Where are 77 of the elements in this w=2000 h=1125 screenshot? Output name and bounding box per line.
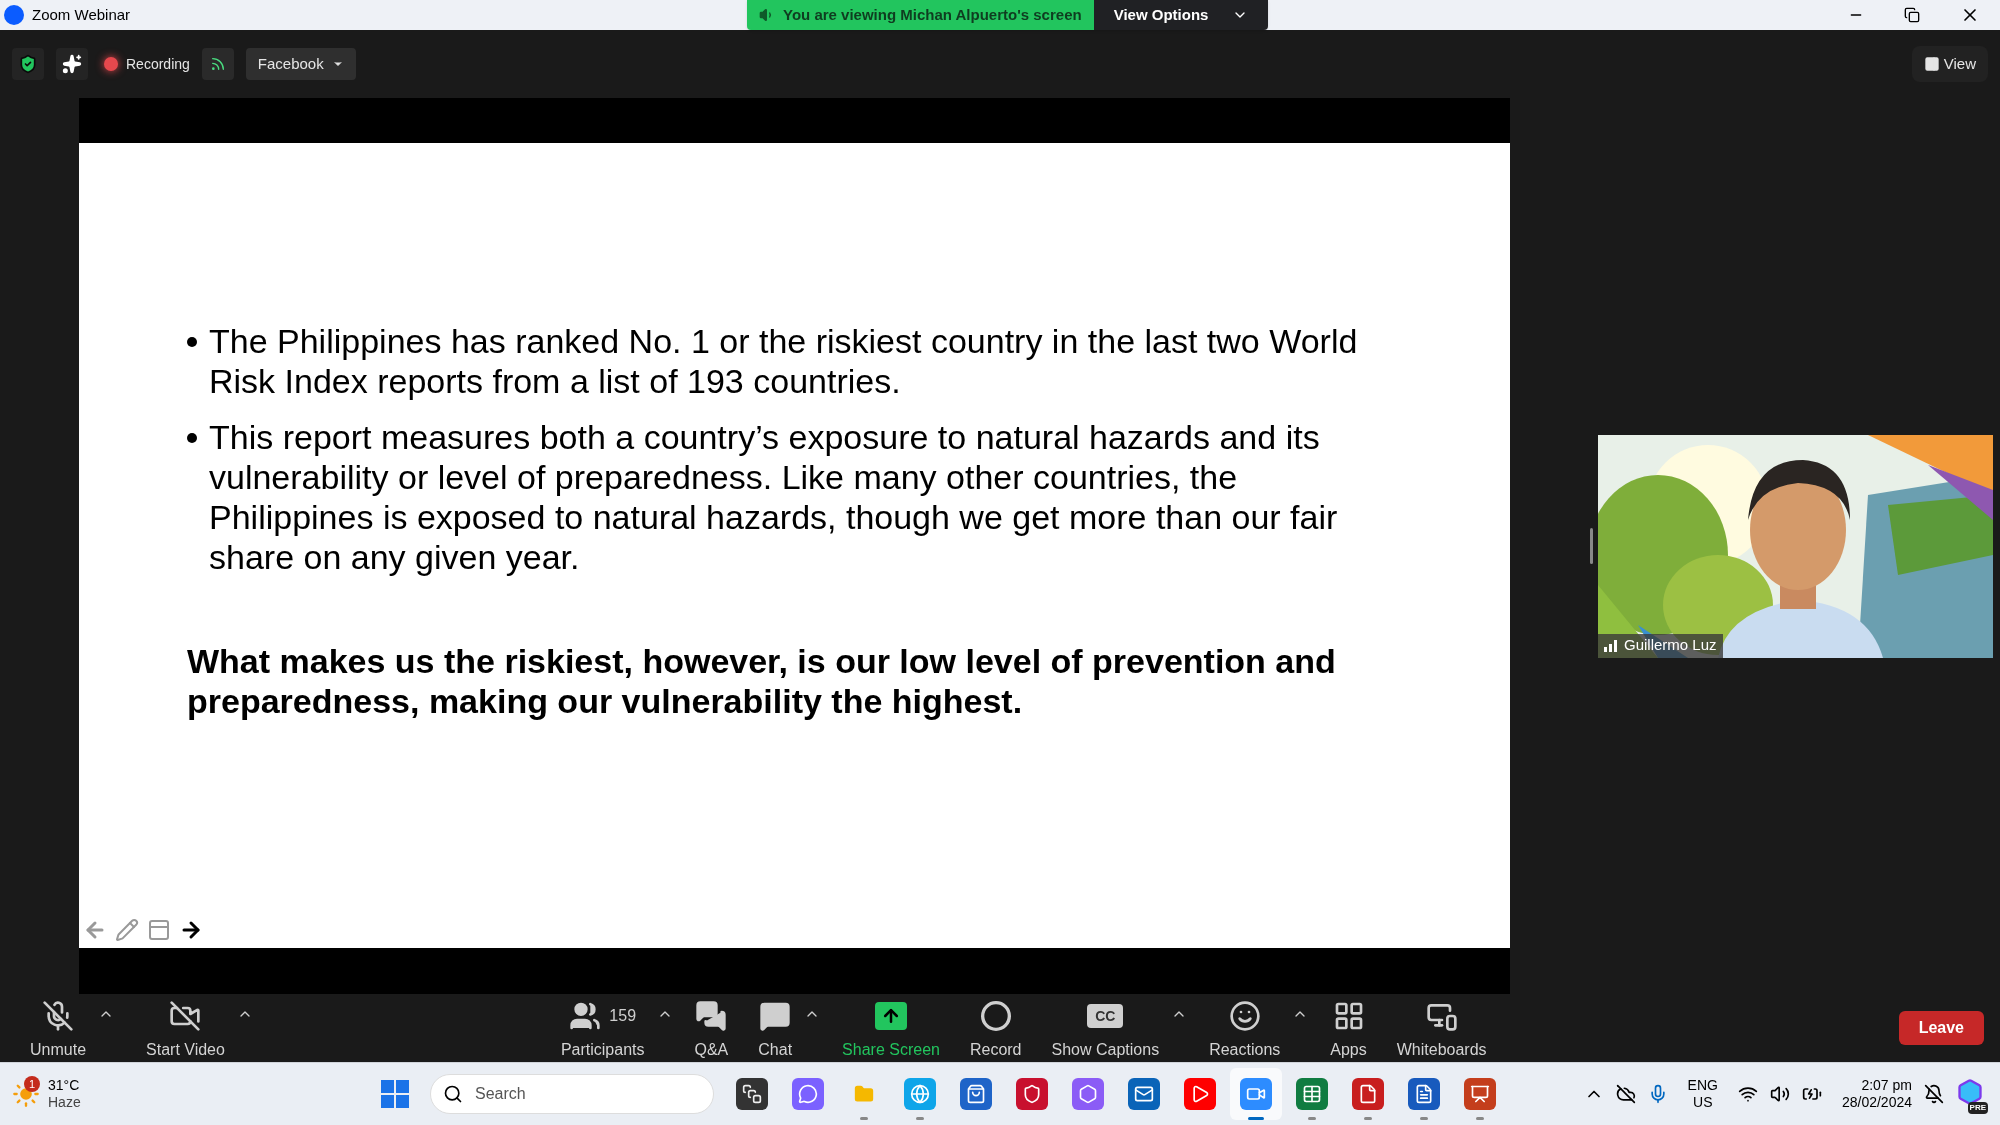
view-button[interactable]: View — [1911, 46, 1988, 82]
toolbar-button[interactable]: Whiteboards — [1388, 994, 1495, 1062]
panel-icon — [1923, 56, 1940, 72]
toolbar-button[interactable]: CC Show Captions — [1043, 994, 1188, 1062]
language-label[interactable]: ENG — [1687, 1076, 1718, 1094]
preview-badge: PRE — [1967, 1102, 1988, 1114]
clock-time[interactable]: 2:07 pm — [1861, 1076, 1912, 1094]
clock-date[interactable]: 28/02/2024 — [1841, 1094, 1912, 1112]
text-document-icon — [1408, 1078, 1440, 1110]
restore-icon[interactable] — [1904, 7, 1920, 23]
running-indicator — [916, 1117, 924, 1120]
region-label[interactable]: US — [1693, 1094, 1713, 1112]
search-placeholder: Search — [475, 1084, 526, 1104]
captions-icon: CC — [1087, 1004, 1124, 1028]
bullet-text: This report measures both a country’s exposure to natural hazards and its vulnerability or level of preparedness. Like many other countries, the Philippines is exposed to natural hazards, though we get more than our fair share on any given year. — [209, 417, 1339, 577]
toolbar-button[interactable]: Start Video — [138, 994, 253, 1062]
toolbar-button[interactable]: Unmute — [22, 994, 115, 1062]
sparkle-icon[interactable] — [56, 48, 88, 80]
notification-bell-icon[interactable] — [1924, 1084, 1944, 1104]
stream-dropdown[interactable]: Facebook — [245, 48, 356, 80]
presentation-icon — [1464, 1078, 1496, 1110]
toolbar-button[interactable]: Reactions — [1201, 994, 1309, 1062]
stacked-windows-icon — [736, 1078, 768, 1110]
recording-label: Recording — [126, 54, 190, 74]
video-off-icon — [169, 1000, 202, 1032]
shopping-bag-icon — [960, 1078, 992, 1110]
pen-icon[interactable] — [115, 918, 139, 942]
people-icon — [569, 1000, 602, 1032]
weather-condition: Haze — [48, 1094, 81, 1112]
toolbar-button[interactable]: Record — [961, 994, 1030, 1062]
share-screen-icon — [875, 1002, 907, 1030]
muted-mic-icon — [42, 1000, 74, 1032]
toolbar-button[interactable]: 159 Participants — [552, 994, 673, 1062]
running-indicator — [1308, 1117, 1316, 1120]
globe-icon — [904, 1078, 936, 1110]
view-options-button[interactable]: View Options — [1093, 0, 1269, 30]
cloud-off-icon[interactable] — [1615, 1084, 1636, 1104]
shield-icon — [1016, 1078, 1048, 1110]
slide-statement: What makes us the riskiest, however, is our low level of prevention and preparedness, making our vulnerability the highest. — [187, 641, 1337, 721]
alert-badge: 1 — [24, 1076, 40, 1092]
leave-button[interactable]: Leave — [1898, 1011, 1984, 1045]
search-icon — [443, 1084, 463, 1104]
participant-name: Guillermo Luz — [1624, 635, 1717, 656]
video-camera-icon — [1240, 1078, 1272, 1110]
record-icon — [979, 1000, 1012, 1032]
mail-icon — [1128, 1078, 1160, 1110]
app-logo-icon — [4, 5, 24, 25]
smiley-icon — [1228, 1000, 1261, 1032]
running-indicator — [1420, 1117, 1428, 1120]
temperature-label: 31°C — [48, 1076, 81, 1094]
play-icon — [1184, 1078, 1216, 1110]
running-indicator — [1476, 1117, 1484, 1120]
running-indicator — [860, 1117, 868, 1120]
live-stream-icon[interactable] — [201, 48, 234, 80]
signal-bars-icon — [1604, 639, 1618, 652]
document-icon — [1352, 1078, 1384, 1110]
slide-menu-icon[interactable] — [147, 918, 171, 942]
start-icon[interactable] — [380, 1079, 410, 1109]
toolbar-button[interactable]: Q&A — [686, 994, 737, 1062]
speech-bubbles-icon — [695, 1000, 728, 1032]
toolbar-button[interactable]: Chat — [750, 994, 821, 1062]
resize-handle[interactable] — [1590, 528, 1593, 564]
window-title: Zoom Webinar — [32, 4, 131, 25]
bullet-text: The Philippines has ranked No. 1 or the riskiest country in the last two World Risk Index reports from a list of 193 countries. — [209, 321, 1359, 401]
spreadsheet-icon — [1296, 1078, 1328, 1110]
wifi-icon[interactable] — [1737, 1084, 1758, 1104]
bullet-icon — [187, 337, 197, 347]
screen-share-banner: You are viewing Michan Alpuerto's screen — [747, 0, 1094, 30]
running-indicator — [1248, 1117, 1264, 1120]
bullet-icon — [187, 433, 197, 443]
toolbar-button[interactable]: Apps — [1322, 994, 1375, 1062]
running-indicator — [1364, 1117, 1372, 1120]
toolbar-button[interactable]: Share Screen — [834, 994, 948, 1062]
chat-icon — [759, 1000, 792, 1032]
search-field[interactable]: Search — [430, 1074, 714, 1114]
volume-icon[interactable] — [1769, 1084, 1790, 1104]
security-shield-icon[interactable] — [12, 48, 44, 80]
